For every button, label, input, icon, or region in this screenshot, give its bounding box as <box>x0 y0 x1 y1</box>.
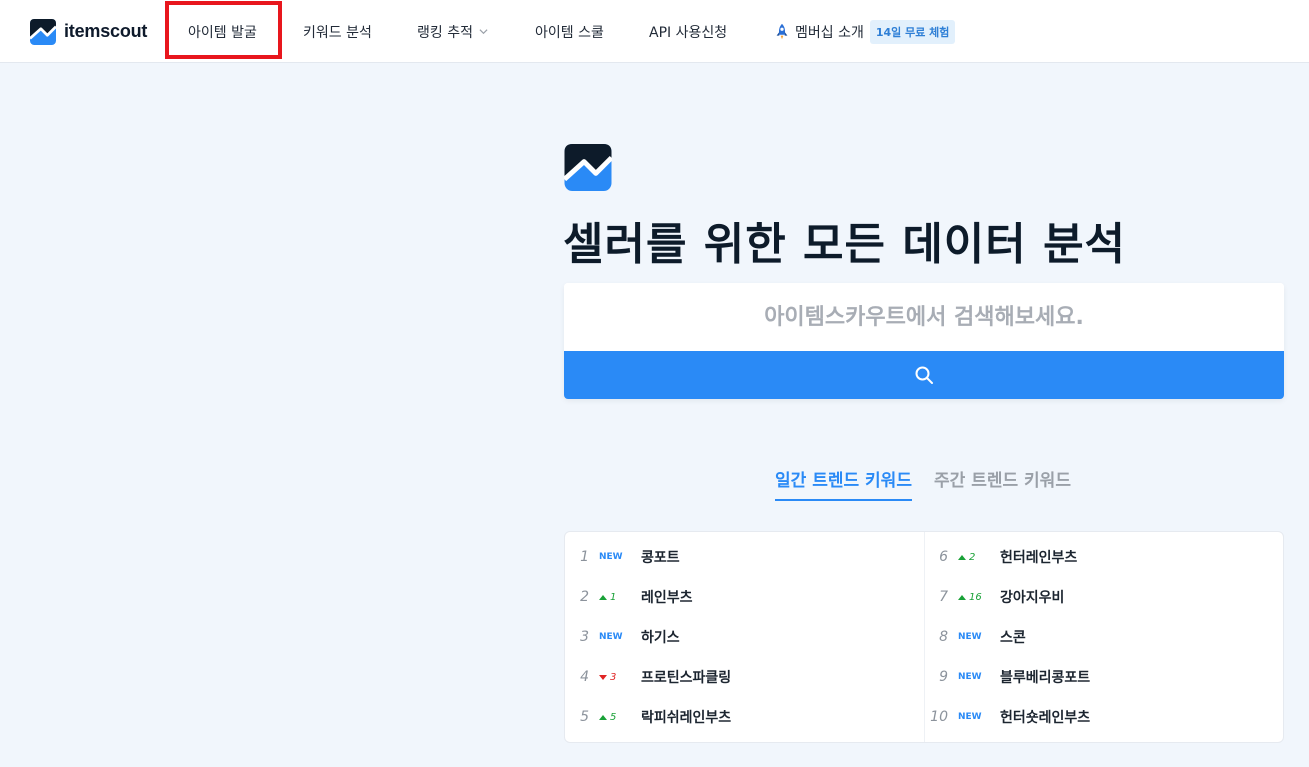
trend-rank: 7 <box>939 589 948 605</box>
trend-keyword: 하기스 <box>641 630 680 646</box>
trend-change: NEW <box>958 632 982 642</box>
nav-item-api[interactable]: API 사용신청 <box>649 0 727 63</box>
search-icon <box>915 366 933 384</box>
search-input[interactable] <box>564 283 1284 351</box>
arrow-down-icon <box>599 674 607 680</box>
hero-title: 셀러를 위한 모든 데이터 분석 <box>563 219 1127 270</box>
arrow-up-icon <box>599 714 607 720</box>
trend-keyword: 콩포트 <box>641 550 680 566</box>
trend-change: 16 <box>958 592 1000 603</box>
trend-row[interactable]: 10 NEW 헌터숏레인부츠 <box>924 697 1090 737</box>
tab-daily-trend[interactable]: 일간 트렌드 키워드 <box>775 466 912 501</box>
trend-keyword: 블루베리콩포트 <box>1000 670 1091 686</box>
nav-item-rank-tracking[interactable]: 랭킹 추적 <box>417 0 488 63</box>
nav-label: 랭킹 추적 <box>417 24 473 41</box>
hero-logo-icon <box>564 144 612 191</box>
nav-label: 아이템 스쿨 <box>535 24 604 41</box>
nav-item-keyword-analysis[interactable]: 키워드 분석 <box>303 0 372 63</box>
top-header: itemscout 아이템 발굴 키워드 분석 랭킹 추적 아이템 스쿨 API… <box>0 0 1309 63</box>
trend-keyword: 레인부츠 <box>641 590 693 606</box>
trend-keyword: 헌터레인부츠 <box>1000 550 1078 566</box>
nav-item-school[interactable]: 아이템 스쿨 <box>535 0 604 63</box>
trend-change: NEW <box>599 552 623 562</box>
trend-change: 2 <box>958 552 1000 563</box>
trend-change: NEW <box>599 632 623 642</box>
trend-keyword: 프로틴스파클링 <box>641 670 732 686</box>
arrow-up-icon <box>599 594 607 600</box>
trial-badge: 14일 무료 체험 <box>869 19 956 44</box>
logo[interactable]: itemscout <box>30 18 147 45</box>
trend-change: 3 <box>599 672 641 683</box>
trend-change: NEW <box>958 672 982 682</box>
nav-label: 멤버십 소개 <box>795 24 864 41</box>
trend-rank: 9 <box>939 669 948 685</box>
trend-keyword: 헌터숏레인부츠 <box>1000 710 1091 726</box>
trend-row[interactable]: 2 1 레인부츠 <box>565 577 693 617</box>
tab-weekly-trend[interactable]: 주간 트렌드 키워드 <box>934 466 1071 501</box>
trend-row[interactable]: 3 NEW 하기스 <box>565 617 680 657</box>
trend-change: NEW <box>958 712 982 722</box>
trend-keyword-list: 1 NEW 콩포트 2 1 레인부츠 3 NEW 하기스 4 3 프로틴스파클링… <box>564 531 1284 743</box>
trend-keyword: 락피쉬레인부츠 <box>641 710 732 726</box>
itemscout-logo-icon <box>30 18 56 45</box>
trend-rank: 2 <box>580 589 589 605</box>
trend-rank: 8 <box>939 629 948 645</box>
trend-row[interactable]: 7 16 강아지우비 <box>924 577 1064 617</box>
chevron-down-icon <box>479 29 488 35</box>
nav-label: API 사용신청 <box>649 24 728 41</box>
arrow-up-icon <box>958 554 966 560</box>
rocket-icon <box>776 23 788 39</box>
trend-row[interactable]: 4 3 프로틴스파클링 <box>565 657 731 697</box>
trend-rank: 4 <box>580 669 589 685</box>
trend-row[interactable]: 9 NEW 블루베리콩포트 <box>924 657 1090 697</box>
trend-row[interactable]: 5 5 락피쉬레인부츠 <box>565 697 731 737</box>
trend-row[interactable]: 1 NEW 콩포트 <box>565 537 680 577</box>
arrow-up-icon <box>958 594 966 600</box>
trend-keyword: 강아지우비 <box>1000 590 1065 606</box>
trend-rank: 5 <box>580 709 589 725</box>
logo-text: itemscout <box>64 21 148 41</box>
trend-change: 5 <box>599 712 641 723</box>
search-box <box>564 283 1284 399</box>
trend-row[interactable]: 8 NEW 스콘 <box>924 617 1026 657</box>
trend-change: 1 <box>599 592 641 603</box>
nav-item-membership[interactable]: 멤버십 소개 14일 무료 체험 <box>773 0 956 63</box>
nav-highlight-box <box>165 1 282 59</box>
trend-row[interactable]: 6 2 헌터레인부츠 <box>924 537 1077 577</box>
trend-rank: 6 <box>939 549 948 565</box>
nav-label: 키워드 분석 <box>303 24 372 41</box>
trend-keyword: 스콘 <box>1000 630 1026 646</box>
trend-rank: 3 <box>580 629 589 645</box>
trend-rank: 1 <box>580 549 589 565</box>
trend-rank: 10 <box>930 709 948 725</box>
search-button[interactable] <box>564 351 1284 399</box>
